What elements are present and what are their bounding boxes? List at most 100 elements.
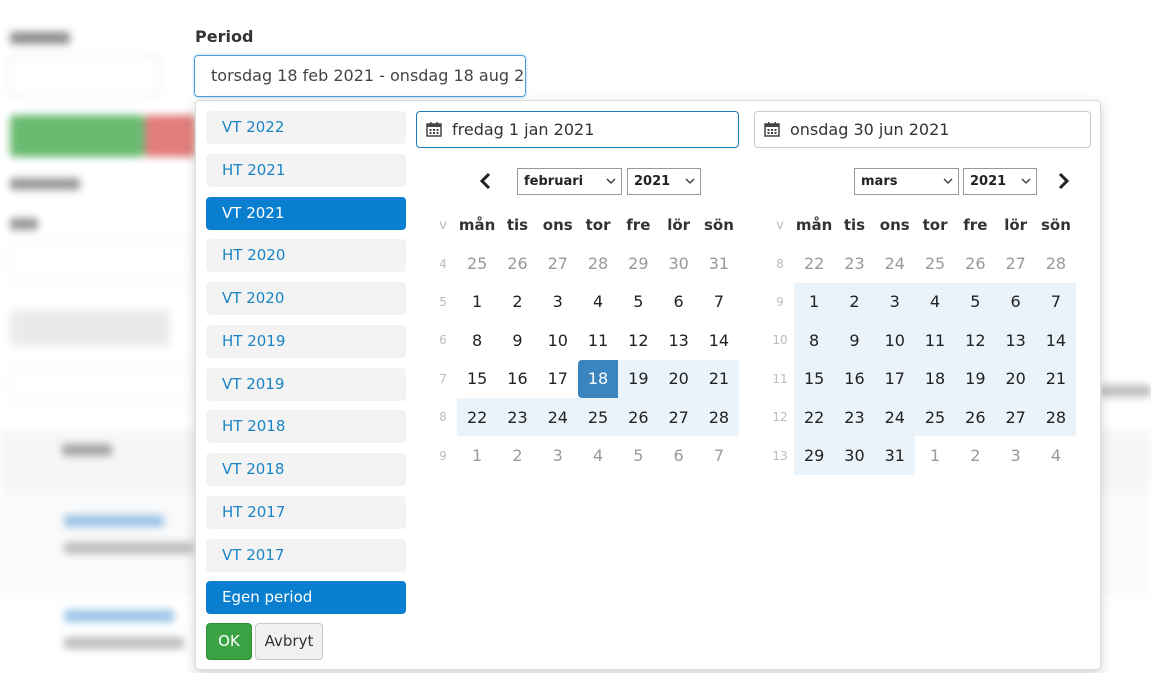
day-cell[interactable]: 23 [834,397,875,437]
day-cell[interactable]: 2 [834,282,875,322]
day-cell[interactable]: 7 [699,283,739,321]
year-select[interactable]: 2021 [963,168,1037,195]
day-cell[interactable]: 3 [874,282,915,322]
day-cell[interactable]: 29 [618,244,658,282]
day-cell[interactable]: 4 [578,283,618,321]
day-cell[interactable]: 3 [538,283,578,321]
day-cell[interactable]: 17 [538,360,578,398]
day-cell[interactable]: 27 [538,244,578,282]
range-option[interactable]: VT 2022 [206,111,406,144]
start-date-input[interactable]: fredag 1 jan 2021 [416,111,739,148]
day-cell[interactable]: 10 [538,321,578,359]
day-cell[interactable]: 27 [995,244,1035,282]
day-cell[interactable]: 18 [914,359,956,398]
day-cell[interactable]: 16 [834,359,875,398]
range-option[interactable]: HT 2020 [206,239,406,273]
day-cell[interactable]: 7 [699,436,739,474]
day-cell[interactable]: 25 [577,397,619,437]
day-cell[interactable]: 25 [914,397,956,437]
day-cell[interactable]: 14 [699,321,739,359]
range-option[interactable]: VT 2019 [206,367,406,401]
day-cell[interactable]: 1 [794,282,835,322]
range-option[interactable]: VT 2017 [206,538,406,572]
day-cell[interactable]: 6 [995,282,1036,322]
day-cell[interactable]: 30 [658,244,698,282]
chevron-right-icon[interactable] [1053,171,1073,191]
range-option[interactable]: Egen period [206,581,406,615]
ok-button[interactable]: OK [206,623,252,660]
day-cell[interactable]: 1 [457,436,497,474]
day-cell[interactable]: 26 [497,244,537,282]
day-cell[interactable]: 22 [794,397,835,437]
day-cell[interactable]: 29 [794,436,835,475]
day-cell[interactable]: 12 [618,321,658,359]
day-cell[interactable]: 2 [955,436,995,474]
day-cell[interactable]: 19 [618,359,659,398]
day-cell[interactable]: 1 [457,283,497,321]
day-cell[interactable]: 24 [875,244,915,282]
selected-start-day[interactable]: 18 [577,359,619,398]
day-cell[interactable]: 10 [874,321,915,360]
year-select[interactable]: 2021 [627,168,701,195]
day-cell[interactable]: 30 [834,436,875,475]
day-cell[interactable]: 7 [1035,282,1077,322]
day-cell[interactable]: 22 [457,397,498,437]
day-cell[interactable]: 28 [578,244,618,282]
day-cell[interactable]: 6 [658,283,698,321]
range-option[interactable]: HT 2017 [206,495,406,529]
cancel-button[interactable]: Avbryt [255,623,323,660]
day-cell[interactable]: 14 [1035,321,1077,360]
day-cell[interactable]: 20 [658,359,699,398]
chevron-left-icon[interactable] [476,171,496,191]
day-cell[interactable]: 24 [537,397,578,437]
day-cell[interactable]: 20 [995,359,1036,398]
day-cell[interactable]: 2 [497,283,537,321]
day-cell[interactable]: 26 [955,244,995,282]
day-cell[interactable]: 17 [874,359,915,398]
day-cell[interactable]: 15 [457,360,497,398]
day-cell[interactable]: 8 [457,321,497,359]
range-option[interactable]: VT 2021 [206,196,406,230]
day-cell[interactable]: 9 [497,321,537,359]
range-option[interactable]: VT 2018 [206,453,406,486]
day-cell[interactable]: 31 [699,244,739,282]
day-cell[interactable]: 22 [794,244,834,282]
range-option[interactable]: HT 2018 [206,410,406,444]
day-cell[interactable]: 3 [538,436,578,474]
day-cell[interactable]: 27 [995,397,1036,437]
day-cell[interactable]: 27 [658,397,699,437]
day-cell[interactable]: 21 [698,359,740,398]
month-select[interactable]: februari [517,168,622,195]
day-cell[interactable]: 6 [658,436,698,474]
day-cell[interactable]: 5 [618,436,658,474]
day-cell[interactable]: 28 [698,397,740,437]
day-cell[interactable]: 16 [497,360,537,398]
day-cell[interactable]: 31 [874,436,915,475]
day-cell[interactable]: 26 [618,397,659,437]
day-cell[interactable]: 19 [955,359,996,398]
day-cell[interactable]: 26 [955,397,996,437]
day-cell[interactable]: 2 [497,436,537,474]
day-cell[interactable]: 24 [874,397,915,437]
day-cell[interactable]: 15 [794,359,835,398]
day-cell[interactable]: 23 [497,397,538,437]
end-date-input[interactable]: onsdag 30 jun 2021 [754,111,1091,148]
day-cell[interactable]: 11 [914,321,956,360]
month-select[interactable]: mars [854,168,959,195]
range-option[interactable]: VT 2020 [206,282,406,315]
day-cell[interactable]: 8 [794,321,835,360]
day-cell[interactable]: 9 [834,321,875,360]
range-option[interactable]: HT 2019 [206,324,406,358]
range-option[interactable]: HT 2021 [206,153,406,187]
day-cell[interactable]: 23 [834,244,874,282]
day-cell[interactable]: 13 [995,321,1036,360]
day-cell[interactable]: 12 [955,321,996,360]
day-cell[interactable]: 3 [995,436,1035,474]
day-cell[interactable]: 28 [1035,397,1077,437]
day-cell[interactable]: 5 [955,282,996,322]
day-cell[interactable]: 4 [1036,436,1076,474]
day-cell[interactable]: 25 [457,244,497,282]
day-cell[interactable]: 11 [578,321,618,359]
day-cell[interactable]: 4 [914,282,956,322]
day-cell[interactable]: 5 [618,283,658,321]
